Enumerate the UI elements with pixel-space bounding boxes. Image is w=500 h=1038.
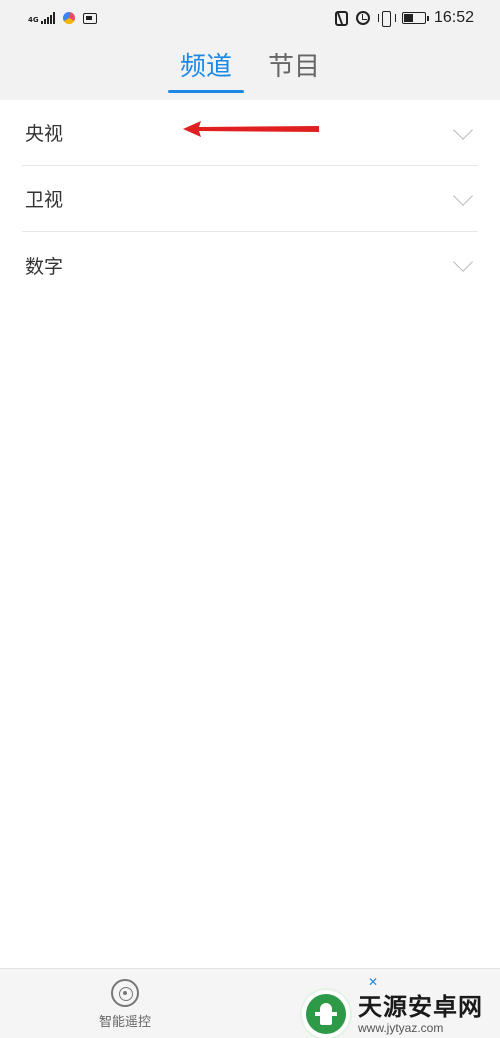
watermark-title: 天源安卓网 [358,993,483,1021]
nav-item-remote[interactable]: 智能遥控 [94,977,156,1030]
battery-fill [403,14,413,22]
chevron-down-icon[interactable] [453,252,473,272]
watermark-url: www.jytyaz.com [358,1021,444,1035]
nfc-icon [334,10,348,26]
arrow-left-icon [183,121,319,137]
alarm-icon [355,11,370,25]
cellular-signal-icon: 4G [28,12,55,24]
status-right: 16:52 [334,9,474,27]
status-time: 16:52 [433,9,474,26]
watermark: 天源安卓网 www.jytyaz.com [300,988,500,1038]
category-label: 卫视 [25,189,64,211]
category-label: 数字 [25,255,64,278]
message-notification-icon [82,12,97,24]
network-type: 4G [28,16,39,24]
top-tab-bar: 频道 节目 [0,36,500,100]
category-label: 央视 [25,123,64,145]
chevron-down-icon[interactable] [453,185,473,206]
vibrate-icon [377,11,396,27]
status-left: 4G [28,12,97,24]
active-tab-indicator [168,90,244,93]
chevron-down-icon[interactable] [453,119,473,140]
app-notification-icon [62,12,75,24]
nav-item-label: 智能遥控 [98,1015,151,1030]
category-row-satellite[interactable]: 卫视 [22,166,478,232]
battery-icon [401,12,429,24]
category-row-digital[interactable]: 数字 [22,232,478,298]
tab-channels[interactable]: 频道 [180,50,232,84]
watermark-logo-icon [300,988,352,1038]
status-bar: 4G 16:52 [0,0,500,36]
tab-programs[interactable]: 节目 [268,50,320,84]
watermark-text: 天源安卓网 www.jytyaz.com [358,993,483,1035]
remote-control-icon [111,979,139,1007]
nav-item-partial-icon[interactable]: ✕ [368,975,378,989]
